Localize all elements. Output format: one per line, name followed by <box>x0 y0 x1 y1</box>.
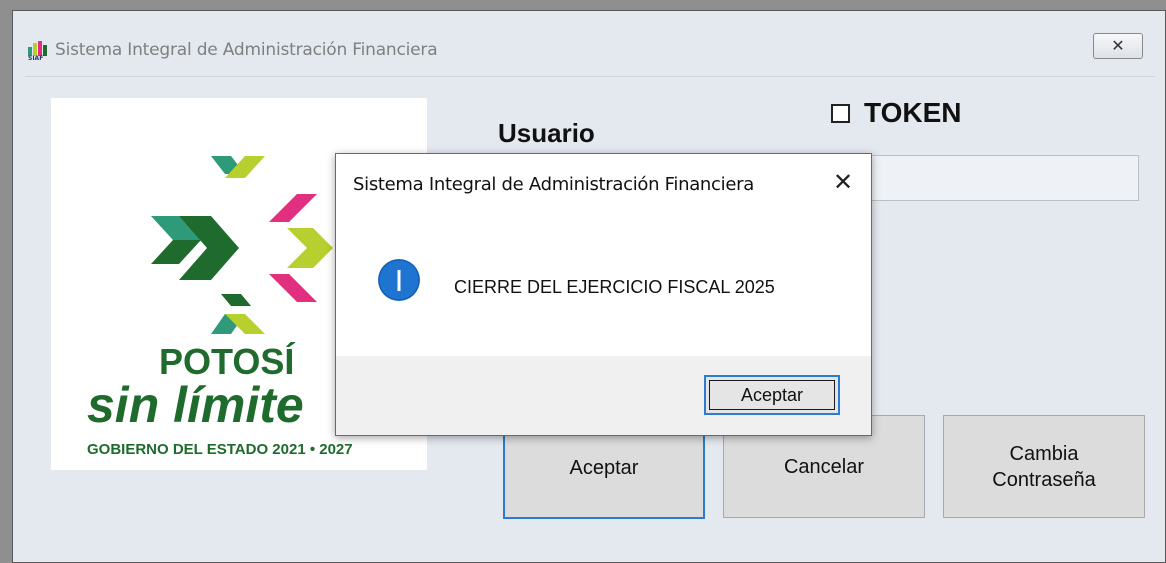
svg-text:SIAF: SIAF <box>28 55 43 61</box>
dialog-message: CIERRE DEL EJERCICIO FISCAL 2025 <box>454 277 775 297</box>
logo-line2: sin límite <box>87 377 304 433</box>
usuario-label: Usuario <box>498 118 595 148</box>
window-title: Sistema Integral de Administración Finan… <box>55 40 438 60</box>
close-icon: ✕ <box>1111 38 1125 55</box>
dialog-title: Sistema Integral de Administración Finan… <box>353 174 754 195</box>
info-icon <box>378 259 420 301</box>
title-bar: SIAF Sistema Integral de Administración … <box>13 11 1165 77</box>
siaf-logo-icon: SIAF <box>28 41 47 61</box>
message-dialog: Sistema Integral de Administración Finan… <box>335 153 872 436</box>
logo-line1: POTOSÍ <box>159 341 295 382</box>
dialog-ok-button[interactable]: Aceptar <box>704 375 840 415</box>
token-checkbox[interactable] <box>831 103 850 123</box>
change-password-label-line2: Contraseña <box>992 468 1096 491</box>
token-checkbox-group[interactable]: TOKEN <box>831 97 962 129</box>
change-password-button[interactable]: Cambia Contraseña <box>943 415 1145 518</box>
dialog-close-icon[interactable]: ✕ <box>830 170 856 196</box>
change-password-label-line1: Cambia <box>1009 442 1079 465</box>
dialog-footer: Aceptar <box>336 356 871 435</box>
logo-line3: GOBIERNO DEL ESTADO 2021 • 2027 <box>87 441 353 458</box>
token-label: TOKEN <box>864 97 962 128</box>
window-close-button[interactable]: ✕ <box>1093 33 1143 59</box>
